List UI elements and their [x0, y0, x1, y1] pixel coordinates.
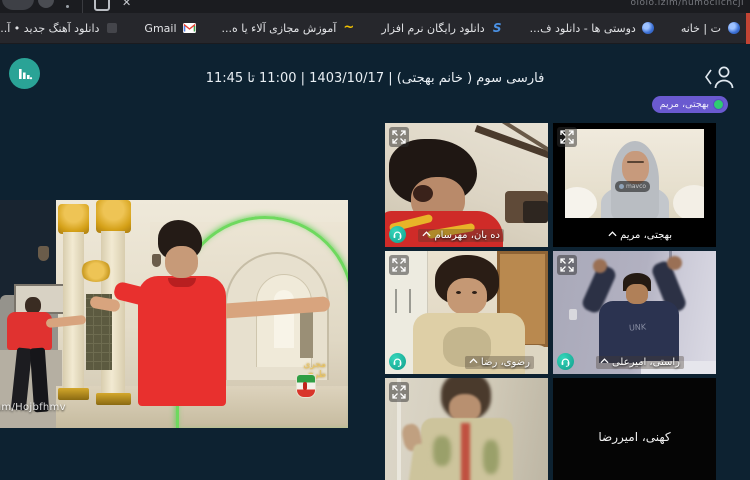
divider	[82, 0, 83, 13]
person-icon	[718, 66, 730, 78]
browser-topbar: ✕ oioio.izim/numociicncji	[0, 0, 750, 13]
window-edge-red-strip	[746, 13, 750, 44]
participants-button[interactable]	[702, 64, 736, 90]
bookmarks-bar: ت | خانه دوستی ها - دانلود ف... S دانلود…	[0, 13, 750, 44]
audio-headset-button[interactable]	[557, 353, 574, 370]
bookmark-doosti[interactable]: دوستی ها - دانلود ف...	[530, 22, 655, 35]
chevron-up-icon	[600, 358, 609, 364]
headset-icon	[561, 358, 570, 367]
participant-tile-kohani[interactable]: کهنی، امیررضا	[553, 378, 716, 480]
presenter-badge[interactable]: بهجتی، مریم	[651, 96, 728, 113]
participant-tile-rasti[interactable]: UNK راستی، امیرعلی	[553, 251, 716, 374]
headset-icon	[393, 231, 402, 240]
bookmark-label: دوستی ها - دانلود ف...	[529, 21, 636, 35]
expand-arrows-icon	[392, 258, 406, 272]
globe-icon	[727, 22, 740, 35]
column	[63, 232, 84, 390]
presenter-badge-label: بهجتی، مریم	[659, 99, 709, 110]
picture-frame	[14, 284, 68, 314]
expand-arrows-icon	[392, 130, 406, 144]
shirt-text: UNK	[628, 322, 647, 333]
participant-name-label: راستی، امیرعلی	[595, 356, 684, 369]
bookmark-music[interactable]: دانلود آهنگ جدید • آ...	[0, 22, 118, 35]
chevron-left-icon	[705, 69, 712, 85]
participant-name-label: رضوی، رضا	[464, 356, 534, 369]
dot-icon	[66, 5, 69, 8]
gmail-icon	[182, 22, 196, 35]
bookmark-label: دانلود آهنگ جدید • آ...	[0, 21, 100, 35]
refresh-icon[interactable]	[38, 0, 54, 8]
bookmark-label: آموزش مجازی آلاء یا ه...	[221, 21, 337, 35]
bookmark-home[interactable]: ت | خانه	[681, 22, 740, 35]
video-watermark-emblem	[296, 374, 316, 398]
generic-icon	[105, 22, 118, 35]
video-watermark-chip: mavco	[615, 181, 651, 192]
wall-lamp	[38, 246, 49, 261]
chevron-up-icon	[422, 231, 431, 237]
tab-icon[interactable]	[94, 0, 110, 11]
participant-name-label: بهجتی، مریم	[604, 229, 676, 242]
participant-name-label: ده بان، مهرسام	[418, 229, 504, 242]
s-logo-icon: S	[492, 21, 502, 35]
chevron-up-icon	[469, 358, 478, 364]
fullscreen-button[interactable]	[389, 127, 409, 147]
participant-tile-bottom-left[interactable]	[385, 378, 548, 480]
video-watermark-handle: am/Hojbfhmv	[0, 402, 66, 413]
gold-ornament	[80, 260, 112, 282]
bookmark-label: ت | خانه	[680, 21, 721, 35]
class-session-title: فارسی سوم ( خانم بهجتی) | 1403/10/17 | 1…	[205, 71, 545, 86]
column-capital	[58, 204, 89, 234]
bookmark-alaa[interactable]: ~ آموزش مجازی آلاء یا ه...	[221, 20, 356, 35]
app-window: ✕ oioio.izim/numociicncji ت | خانه دوستی…	[0, 0, 750, 480]
audio-headset-button[interactable]	[389, 226, 406, 243]
participant-tile-rezvai[interactable]: رضوی، رضا	[385, 251, 548, 374]
participant-tile-mehrsam[interactable]: ده بان، مهرسام	[385, 123, 548, 247]
bookmark-label: دانلود رایگان نرم افزار	[381, 21, 485, 35]
wave-icon: ~	[343, 20, 355, 35]
audio-headset-button[interactable]	[389, 353, 406, 370]
main-shared-video[interactable]: am/Hojbfhmv مجری طرح	[0, 200, 348, 428]
expand-arrows-icon	[560, 130, 574, 144]
fullscreen-button[interactable]	[557, 255, 577, 275]
close-icon[interactable]: ✕	[122, 0, 132, 9]
globe-icon	[642, 22, 655, 35]
fullscreen-button[interactable]	[389, 382, 409, 402]
bookmark-free-software[interactable]: S دانلود رایگان نرم افزار	[381, 21, 503, 35]
column-capital	[96, 200, 131, 233]
bookmark-label: Gmail	[144, 21, 177, 35]
watermark-logo-icon	[619, 184, 624, 189]
chevron-up-icon	[608, 231, 617, 237]
online-status-dot	[713, 99, 724, 110]
expand-arrows-icon	[392, 385, 406, 399]
fullscreen-button[interactable]	[557, 127, 577, 147]
expand-arrows-icon	[560, 258, 574, 272]
wall-lamp	[152, 254, 161, 267]
video-watermark-caption: مجری طرح	[303, 360, 326, 380]
profile-pill[interactable]	[2, 0, 34, 10]
participant-tile-behjati[interactable]: mavco بهجتی، مریم	[553, 123, 716, 247]
participant-name-centered: کهنی، امیررضا	[598, 430, 671, 444]
headset-icon	[393, 358, 402, 367]
bookmark-gmail[interactable]: Gmail	[144, 21, 196, 35]
fullscreen-button[interactable]	[389, 255, 409, 275]
teacher-video: mavco	[565, 129, 704, 218]
clipped-url-text: oioio.izim/numociicncji	[630, 0, 744, 8]
